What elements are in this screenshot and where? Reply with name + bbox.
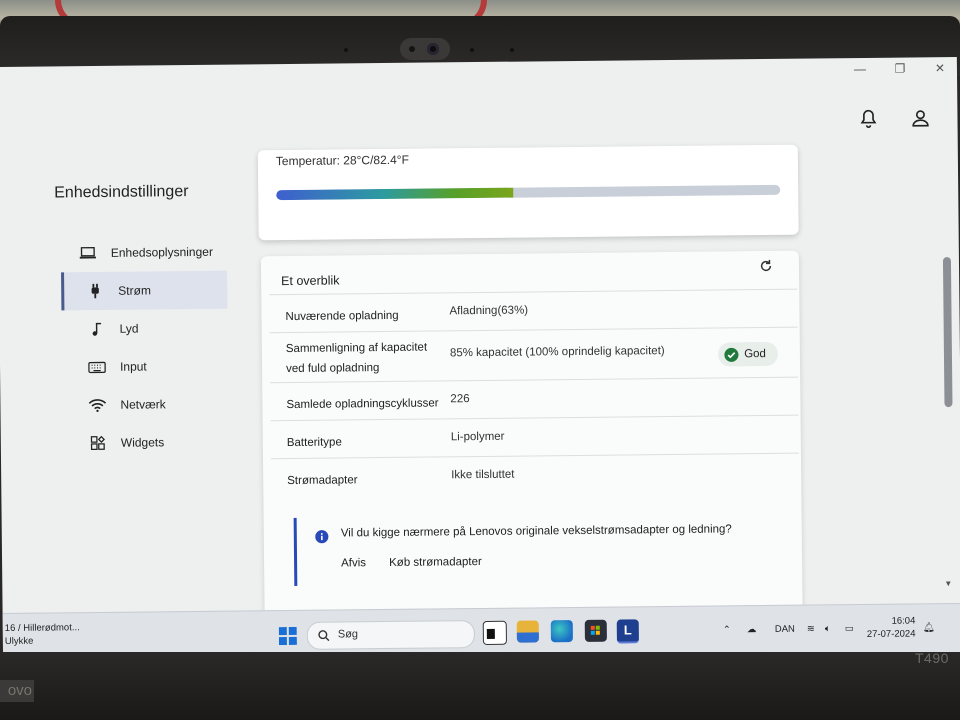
clock-date: 27-07-2024 — [866, 628, 916, 640]
sidebar-item-label: Widgets — [120, 435, 165, 450]
news-headline: 16 / Hillerødmot... — [4, 622, 80, 634]
wifi-tray-icon[interactable]: ≋ — [807, 624, 815, 635]
sidebar-item-lyd[interactable]: Lyd — [61, 309, 227, 349]
row-value: 85% kapacitet (100% oprindelig kapacitet… — [449, 345, 665, 360]
battery-level-fill — [276, 187, 514, 201]
volume-icon[interactable]: 🔈︎ — [825, 623, 831, 634]
close-icon[interactable]: ✕ — [933, 61, 947, 75]
taskbar-clock[interactable]: 16:04 27-07-2024 — [867, 614, 916, 641]
row-label: Sammenligning af kapacitet ved fuld opla… — [286, 338, 428, 379]
taskbar-search[interactable]: Søg — [306, 620, 475, 650]
scrollbar-thumb[interactable] — [942, 257, 953, 408]
sidebar-item-label: Input — [119, 359, 147, 374]
microphone-hole — [510, 48, 514, 52]
music-note-icon — [86, 320, 108, 338]
status-badge: God — [718, 341, 779, 367]
window-controls: — ❐ ✕ — [853, 61, 947, 76]
adapter-notice: Vil du kigge nærmere på Lenovos original… — [293, 512, 796, 586]
sidebar-item-widgets[interactable]: Widgets — [63, 423, 229, 463]
check-circle-icon — [724, 347, 739, 362]
overview-row-capacity: Sammenligning af kapacitet ved fuld opla… — [269, 326, 799, 384]
sidebar-item-label: Enhedsoplysninger — [110, 244, 213, 260]
dismiss-button[interactable]: Afvis — [341, 557, 366, 569]
row-value: 226 — [450, 393, 470, 406]
row-value: Li-polymer — [450, 430, 505, 444]
overview-title: Et overblik — [281, 273, 340, 289]
microsoft-store-icon[interactable] — [584, 619, 607, 642]
screen: — ❐ ✕ Enhedsindstillinger Enhedsoplysnin… — [0, 56, 960, 668]
buy-adapter-button[interactable]: Køb strømadapter — [389, 556, 482, 569]
sidebar-item-strom[interactable]: Strøm — [61, 270, 228, 311]
sidebar-item-label: Lyd — [119, 321, 139, 336]
row-label: Samlede opladningscyklusser — [286, 397, 439, 412]
onedrive-icon[interactable]: ☁ — [747, 624, 757, 635]
user-icon[interactable] — [909, 107, 931, 129]
row-label-line2: ved fuld opladning — [286, 362, 380, 376]
notification-bell-icon[interactable]: 🔔︎ — [923, 622, 935, 633]
microphone-hole — [344, 48, 348, 52]
model-label: T490 — [915, 650, 949, 666]
row-label: Nuværende opladning — [285, 309, 399, 324]
news-widget[interactable]: 16 / Hillerødmot... Ulykke — [5, 621, 80, 648]
sidebar-item-label: Netværk — [120, 397, 166, 412]
sidebar-nav: Enhedsoplysninger Strøm Lyd Input Netvær… — [61, 233, 229, 463]
lenovo-vantage-icon[interactable]: L — [616, 619, 639, 644]
search-icon — [318, 630, 330, 642]
row-label: Batteritype — [286, 436, 342, 450]
clock-time: 16:04 — [891, 615, 916, 627]
language-indicator[interactable]: DAN — [775, 624, 795, 635]
sidebar-item-label: Strøm — [118, 283, 151, 298]
refresh-icon[interactable] — [759, 259, 773, 273]
webcam-lens — [427, 43, 439, 55]
webcam — [400, 38, 450, 60]
restore-icon[interactable]: ❐ — [893, 62, 907, 76]
task-view-icon[interactable] — [482, 620, 507, 645]
sidebar-item-input[interactable]: Input — [62, 347, 228, 387]
minimize-icon[interactable]: — — [853, 62, 867, 76]
lenovo-logo: ovo — [0, 680, 34, 702]
laptop-bottom-bezel — [0, 652, 960, 720]
row-value: Ikke tilsluttet — [451, 468, 515, 482]
plug-icon — [84, 282, 106, 300]
battery-icon[interactable]: ▭ — [845, 623, 854, 634]
sidebar-item-enhedsoplysninger[interactable]: Enhedsoplysninger — [61, 233, 227, 273]
row-label: Strømadapter — [287, 474, 358, 488]
page-title: Enhedsindstillinger — [54, 183, 189, 202]
chevron-up-icon[interactable]: ⌃ — [723, 624, 731, 635]
bell-icon[interactable] — [857, 108, 879, 130]
search-placeholder: Søg — [337, 628, 359, 641]
sidebar-item-netvaerk[interactable]: Netværk — [62, 385, 228, 425]
laptop-icon — [77, 244, 99, 262]
notice-text: Vil du kigge nærmere på Lenovos original… — [340, 523, 732, 540]
microphone-hole — [470, 48, 474, 52]
file-explorer-icon[interactable] — [516, 620, 539, 643]
windows-start-icon[interactable] — [278, 626, 297, 646]
battery-level-bar — [276, 184, 781, 201]
info-icon — [315, 530, 329, 544]
edge-browser-icon[interactable] — [550, 620, 573, 643]
row-value: Afladning(63%) — [449, 304, 529, 318]
scroll-down-icon[interactable]: ▼ — [944, 579, 952, 588]
keyboard-icon — [86, 358, 108, 376]
temperature-label: Temperatur: 28°C/82.4°F — [275, 152, 409, 169]
battery-status-card: Temperatur: 28°C/82.4°F — [257, 144, 799, 241]
wifi-icon — [86, 396, 108, 414]
news-category: Ulykke — [4, 635, 34, 647]
webcam-sensor — [409, 46, 415, 52]
widgets-icon — [87, 434, 109, 452]
row-label-line1: Sammenligning af kapacitet — [285, 341, 428, 356]
status-badge-label: God — [744, 348, 766, 361]
